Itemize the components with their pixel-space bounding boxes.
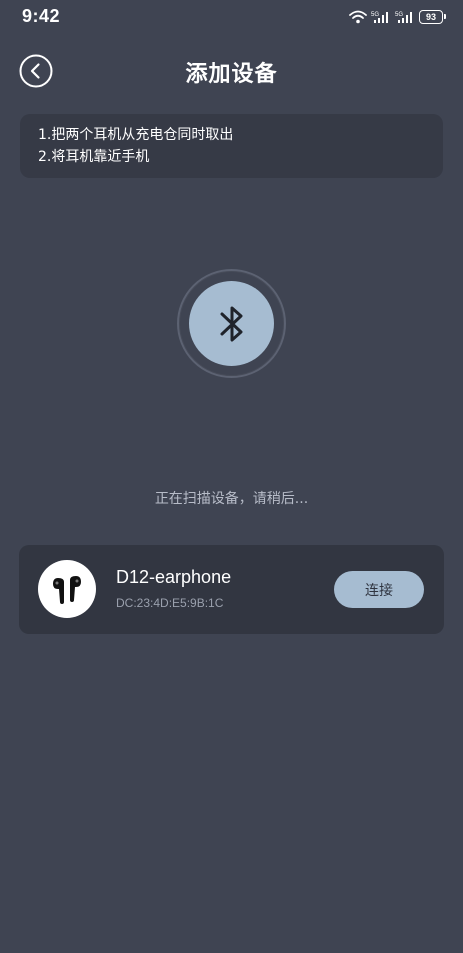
svg-text:5G: 5G xyxy=(371,12,379,18)
battery-level: 93 xyxy=(425,12,436,22)
status-bar: 9:42 5G 5G 93 xyxy=(0,0,463,36)
tip-line-1: 1.把两个耳机从充电仓同时取出 xyxy=(38,127,234,143)
bluetooth-icon xyxy=(220,306,242,341)
battery-icon: 93 xyxy=(419,10,446,24)
tips-card: 1.把两个耳机从充电仓同时取出 2.将耳机靠近手机 xyxy=(20,114,443,178)
device-mac-address: DC:23:4D:E5:9B:1C xyxy=(116,596,224,610)
device-avatar xyxy=(38,560,96,618)
status-time: 9:42 xyxy=(22,6,61,26)
earphone-icon xyxy=(53,576,81,604)
device-name: D12-earphone xyxy=(116,567,232,587)
bluetooth-badge xyxy=(189,281,274,366)
signal-5g-icon: 5G xyxy=(395,12,412,23)
header: 添加设备 xyxy=(0,48,463,94)
scan-indicator xyxy=(177,269,286,378)
connect-button[interactable]: 连接 xyxy=(334,571,424,608)
tip-line-2: 2.将耳机靠近手机 xyxy=(38,149,150,165)
status-icons: 5G 5G 93 xyxy=(349,8,446,26)
page-title: 添加设备 xyxy=(185,62,278,87)
wifi-icon xyxy=(349,10,367,24)
svg-text:5G: 5G xyxy=(395,12,403,18)
device-item: D12-earphone DC:23:4D:E5:9B:1C 连接 xyxy=(19,545,444,634)
signal-5g-icon: 5G xyxy=(371,12,388,23)
scan-status-text: 正在扫描设备，请稍后... xyxy=(154,491,309,507)
